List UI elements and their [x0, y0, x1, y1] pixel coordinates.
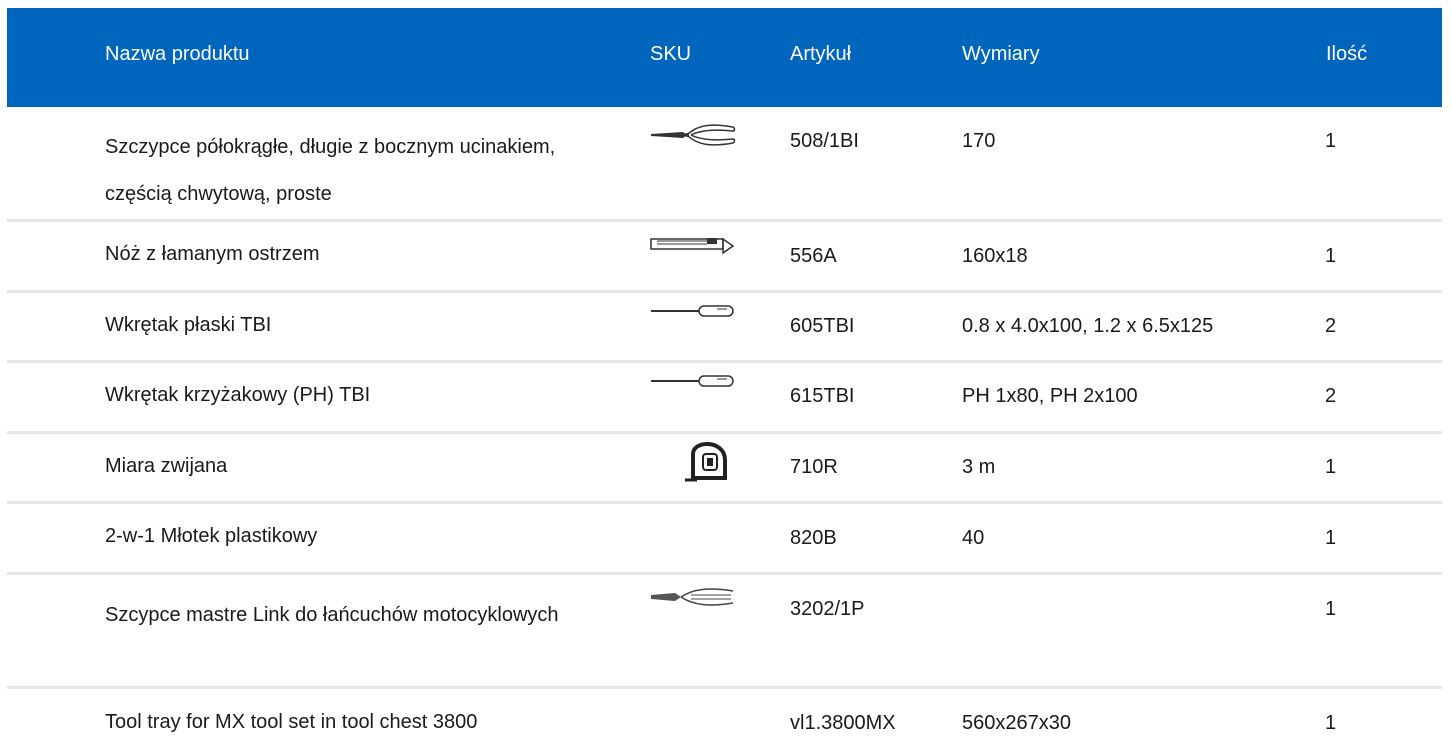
- quantity: 1: [1325, 456, 1337, 478]
- article-number: vl1.3800MX: [790, 712, 896, 734]
- snap-off-knife-icon: [647, 234, 737, 256]
- dimensions: 40: [962, 527, 985, 549]
- header-dimensions: Wymiary: [962, 43, 1040, 65]
- article-number: 820B: [790, 527, 837, 549]
- quantity: 1: [1325, 130, 1337, 152]
- product-name: Wkrętak płaski TBI: [105, 314, 272, 336]
- header-product-name: Nazwa produktu: [105, 43, 250, 65]
- dimensions: 170: [962, 130, 996, 152]
- dimensions: 560x267x30: [962, 712, 1071, 734]
- chain-pliers-icon: [647, 585, 737, 609]
- phillips-screwdriver-icon: [647, 373, 737, 389]
- header-quantity: Ilość: [1326, 43, 1368, 65]
- table-row: Nóż z łamanym ostrzem 556A 160x18 1: [7, 222, 1442, 293]
- table-row: Tool tray for MX tool set in tool chest …: [7, 689, 1442, 749]
- header-article: Artykuł: [790, 43, 852, 65]
- table-row: Miara zwijana 710R 3 m 1: [7, 434, 1442, 504]
- product-name: Miara zwijana: [105, 455, 228, 477]
- quantity: 1: [1325, 598, 1337, 620]
- article-number: 615TBI: [790, 385, 855, 407]
- quantity: 2: [1325, 385, 1337, 407]
- long-nose-pliers-icon: [647, 121, 747, 149]
- table-row: 2-w-1 Młotek plastikowy 820B 40 1: [7, 504, 1442, 575]
- table-header: Nazwa produktu SKU Artykuł Wymiary Ilość: [7, 8, 1442, 107]
- table-row: Szczypce półokrągłe, długie z bocznym uc…: [7, 107, 1442, 222]
- quantity: 2: [1325, 315, 1337, 337]
- article-number: 3202/1P: [790, 598, 865, 620]
- quantity: 1: [1325, 712, 1337, 734]
- article-number: 556A: [790, 245, 837, 267]
- product-name: Szcypce mastre Link do łańcuchów motocyk…: [105, 604, 559, 626]
- dimensions: PH 1x80, PH 2x100: [962, 385, 1138, 407]
- table-row: Wkrętak płaski TBI 605TBI 0.8 x 4.0x100,…: [7, 293, 1442, 363]
- header-sku: SKU: [650, 43, 692, 65]
- tape-measure-icon: [683, 442, 731, 484]
- product-name: Tool tray for MX tool set in tool chest …: [105, 711, 478, 733]
- table-row: Szcypce mastre Link do łańcuchów motocyk…: [7, 575, 1442, 689]
- flat-screwdriver-icon: [647, 303, 737, 319]
- table-row: Wkrętak krzyżakowy (PH) TBI 615TBI PH 1x…: [7, 363, 1442, 434]
- article-number: 710R: [790, 456, 838, 478]
- product-name: Szczypce półokrągłe, długie z bocznym uc…: [105, 136, 556, 205]
- article-number: 508/1BI: [790, 130, 859, 152]
- dimensions: 160x18: [962, 245, 1028, 267]
- dimensions: 3 m: [962, 456, 996, 478]
- quantity: 1: [1325, 527, 1337, 549]
- quantity: 1: [1325, 245, 1337, 267]
- dimensions: 0.8 x 4.0x100, 1.2 x 6.5x125: [962, 315, 1214, 337]
- product-table: Nazwa produktu SKU Artykuł Wymiary Ilość…: [7, 8, 1442, 749]
- article-number: 605TBI: [790, 315, 855, 337]
- product-name: Nóż z łamanym ostrzem: [105, 243, 320, 265]
- product-name: Wkrętak krzyżakowy (PH) TBI: [105, 384, 371, 406]
- product-name: 2-w-1 Młotek plastikowy: [105, 525, 318, 547]
